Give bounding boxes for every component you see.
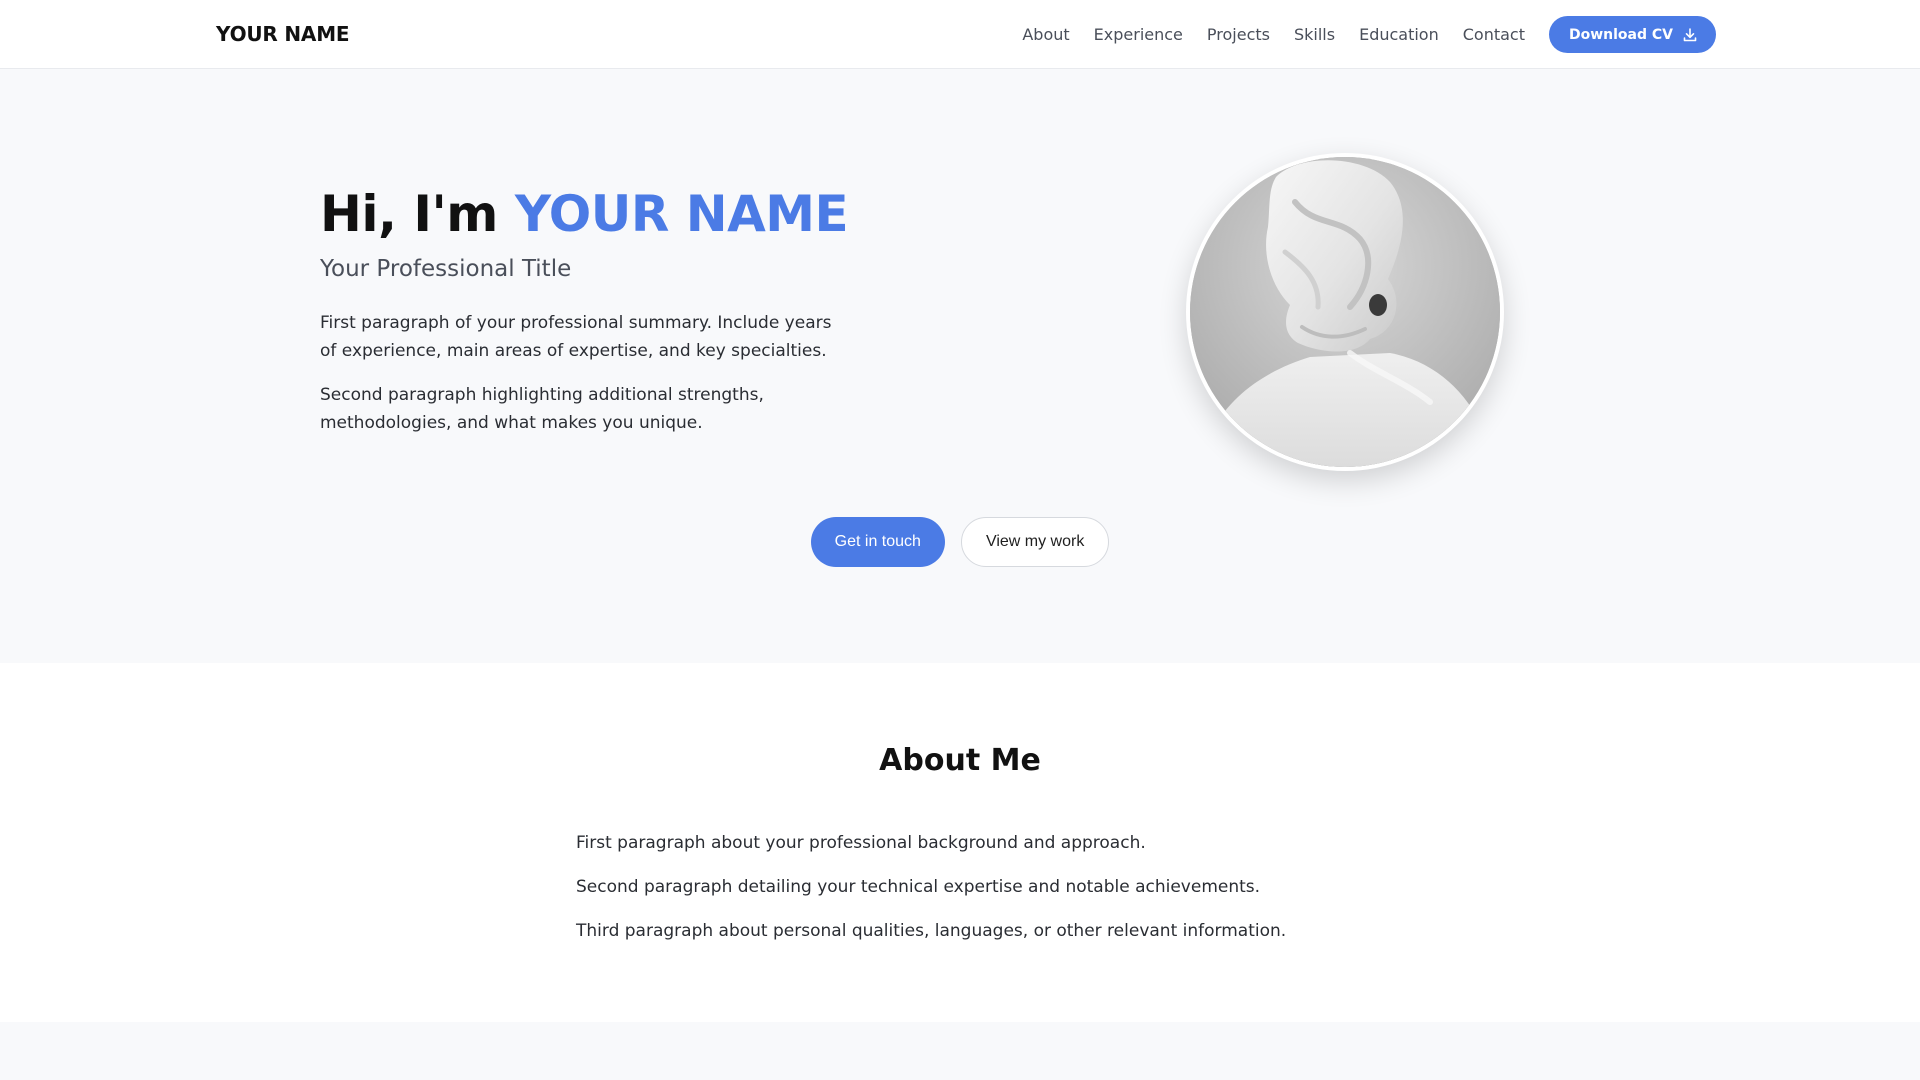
hero-greeting: Hi, I'm [320,185,515,243]
brand-logo[interactable]: YOUR NAME [216,22,350,46]
download-cv-button[interactable]: Download CV [1548,16,1716,53]
profile-photo [1190,157,1500,467]
download-icon [1682,27,1698,43]
hero-title: Hi, I'm YOUR NAME [320,185,849,243]
profile-photo-frame [1186,153,1504,471]
hero-section: Hi, I'm YOUR NAME Your Professional Titl… [0,69,1920,663]
about-paragraph-2: Second paragraph detailing your technica… [576,877,1261,897]
get-in-touch-button[interactable]: Get in touch [810,517,945,567]
nav-link-projects[interactable]: Projects [1207,25,1270,44]
nav-link-contact[interactable]: Contact [1463,25,1525,44]
view-my-work-button[interactable]: View my work [960,517,1110,567]
hero-summary-paragraph-1: First paragraph of your professional sum… [320,313,832,361]
nav-link-experience[interactable]: Experience [1094,25,1183,44]
hero-summary-paragraph-2: Second paragraph highlighting additional… [320,385,764,433]
nav-links: About Experience Projects Skills Educati… [1022,0,1716,69]
navbar: YOUR NAME About Experience Projects Skil… [0,0,1920,69]
nav-link-about[interactable]: About [1022,25,1069,44]
download-cv-label: Download CV [1568,26,1673,43]
hero-name: YOUR NAME [514,185,849,243]
nav-link-education[interactable]: Education [1359,25,1439,44]
nav-link-skills[interactable]: Skills [1294,25,1335,44]
hero-subtitle: Your Professional Title [320,256,572,282]
hero-actions: Get in touch View my work [0,517,1920,567]
about-paragraph-1: First paragraph about your professional … [576,833,1146,853]
about-paragraph-3: Third paragraph about personal qualities… [576,921,1287,941]
about-section: About Me First paragraph about your prof… [0,663,1920,1022]
about-title: About Me [879,743,1041,778]
next-section [0,1022,1920,1080]
